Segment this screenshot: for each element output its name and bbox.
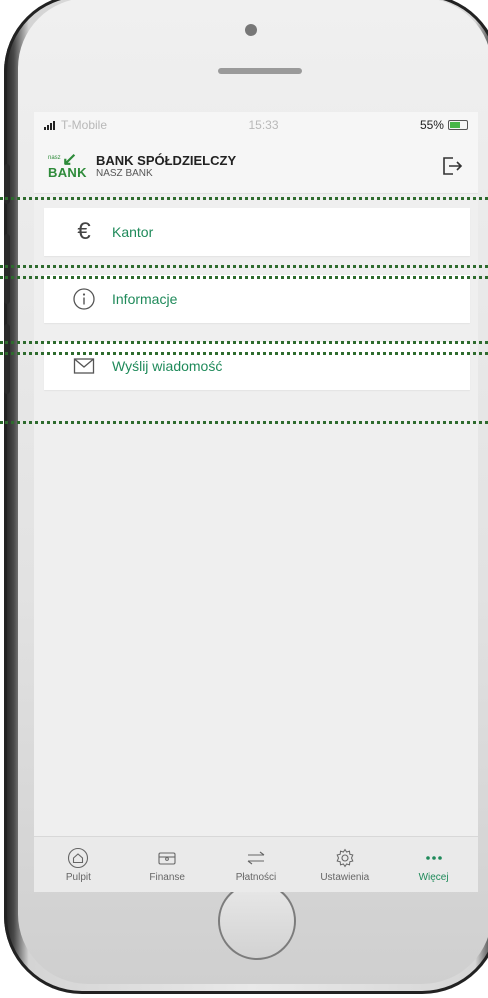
tab-platnosci[interactable]: Płatności [212,837,301,892]
app-screen: T-Mobile 15:33 55% nasz ↙ BANK BANK SPÓŁ… [34,112,478,892]
highlight-line [0,352,488,355]
menu-item-kantor[interactable]: € Kantor [44,208,470,256]
more-icon [425,855,442,860]
transfer-icon [247,851,265,864]
logout-icon[interactable] [438,153,464,179]
highlight-line [0,421,488,424]
home-icon [68,847,89,868]
bank-name: BANK SPÓŁDZIELCZY [96,152,237,168]
battery-percent: 55% [419,118,444,132]
menu-item-informacje[interactable]: Informacje [44,275,470,323]
volume-up-button [4,234,10,304]
more-menu: € Kantor Informacje Wyślij wiadomość [34,194,478,390]
battery-icon [447,120,468,130]
status-bar: T-Mobile 15:33 55% [34,112,478,138]
envelope-icon [72,354,96,378]
tab-ustawienia[interactable]: Ustawienia [300,837,389,892]
tab-wiecej[interactable]: Więcej [389,837,478,892]
home-button[interactable] [218,882,296,960]
bottom-tab-bar: Pulpit Finanse Płatności Ustawienia Więc… [34,836,478,892]
menu-item-label: Informacje [112,291,178,307]
volume-down-button [4,324,10,394]
tab-label: Finanse [149,871,185,883]
wallet-icon [158,851,176,865]
menu-item-wyslij-wiadomosc[interactable]: Wyślij wiadomość [44,342,470,390]
carrier-name: T-Mobile [61,118,108,132]
earpiece-speaker [218,68,302,74]
highlight-line [0,276,488,279]
status-time: 15:33 [248,118,279,132]
menu-item-label: Kantor [112,224,154,240]
front-camera [245,24,257,36]
tab-label: Więcej [418,871,449,883]
info-icon [72,287,96,311]
highlight-line [0,197,488,200]
highlight-line [0,341,488,344]
app-header: nasz ↙ BANK BANK SPÓŁDZIELCZY NASZ BANK [34,138,478,194]
tab-pulpit[interactable]: Pulpit [34,837,123,892]
tab-finanse[interactable]: Finanse [123,837,212,892]
tab-label: Pulpit [65,871,91,883]
highlight-line [0,265,488,268]
gear-icon [336,848,354,867]
bank-logo: nasz ↙ BANK [48,148,87,180]
bank-subname: NASZ BANK [96,167,153,179]
menu-item-label: Wyślij wiadomość [112,358,223,374]
signal-icon [44,120,55,130]
tab-label: Płatności [235,871,277,883]
euro-icon: € [77,218,91,245]
tab-label: Ustawienia [320,871,370,883]
